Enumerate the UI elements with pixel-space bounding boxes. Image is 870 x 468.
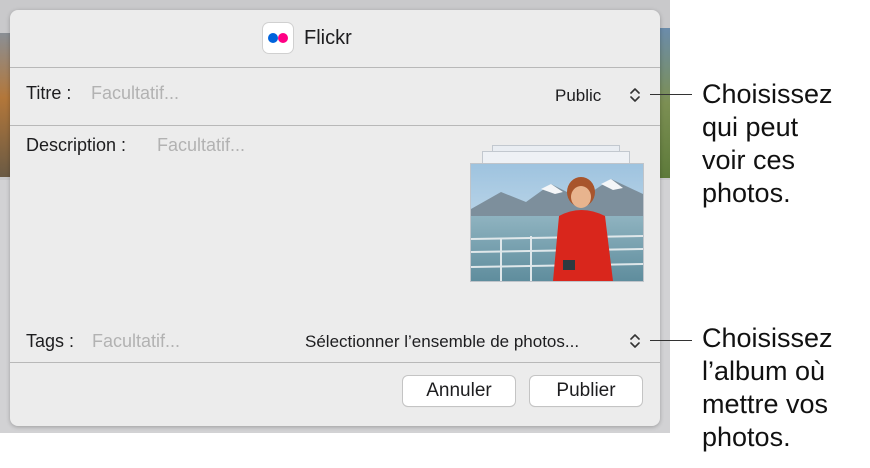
callout-line-text: qui peut xyxy=(702,112,799,142)
photo-preview-image xyxy=(471,164,643,281)
callout-line xyxy=(650,94,692,95)
callout-privacy: Choisissez qui peut voir ces photos. xyxy=(702,78,867,210)
callout-line-text: mettre vos xyxy=(702,389,829,419)
title-label: Titre : xyxy=(26,83,72,103)
flickr-pink-dot xyxy=(278,33,288,43)
divider xyxy=(10,67,660,68)
photoset-popup[interactable]: Sélectionner l’ensemble de photos... xyxy=(295,326,650,360)
flickr-logo-icon xyxy=(263,23,293,53)
description-label: Description : xyxy=(26,135,127,155)
callout-album: Choisissez l’album où mettre vos photos. xyxy=(702,322,867,454)
up-down-chevron-icon xyxy=(630,334,640,348)
photo-preview xyxy=(470,163,644,282)
divider xyxy=(10,125,660,126)
photoset-popup-value: Sélectionner l’ensemble de photos... xyxy=(305,332,580,351)
callout-line-text: Choisissez xyxy=(702,79,833,109)
divider xyxy=(10,362,660,363)
callout-line-text: photos. xyxy=(702,178,791,208)
dialog-header: Flickr xyxy=(10,10,660,67)
up-down-chevron-icon xyxy=(630,88,640,102)
tags-label: Tags : xyxy=(26,331,75,351)
callout-line-text: voir ces xyxy=(702,145,796,175)
cancel-button[interactable]: Annuler xyxy=(403,376,515,406)
callout-line xyxy=(650,340,692,341)
callout-line-text: l’album où xyxy=(702,356,826,386)
share-dialog: Flickr Titre : Facultatif... Public Desc… xyxy=(10,10,660,426)
flickr-blue-dot xyxy=(268,33,278,43)
publish-button[interactable]: Publier xyxy=(530,376,642,406)
photo-preview-stack xyxy=(470,145,645,285)
privacy-popup[interactable]: Public xyxy=(540,78,650,112)
callout-line-text: Choisissez xyxy=(702,323,833,353)
title-input[interactable]: Facultatif... xyxy=(91,83,179,104)
callout-line-text: photos. xyxy=(702,422,791,452)
privacy-popup-value: Public xyxy=(555,86,602,105)
tags-input[interactable]: Facultatif... xyxy=(92,331,180,352)
dialog-title: Flickr xyxy=(304,27,352,49)
description-input[interactable]: Facultatif... xyxy=(157,135,245,156)
